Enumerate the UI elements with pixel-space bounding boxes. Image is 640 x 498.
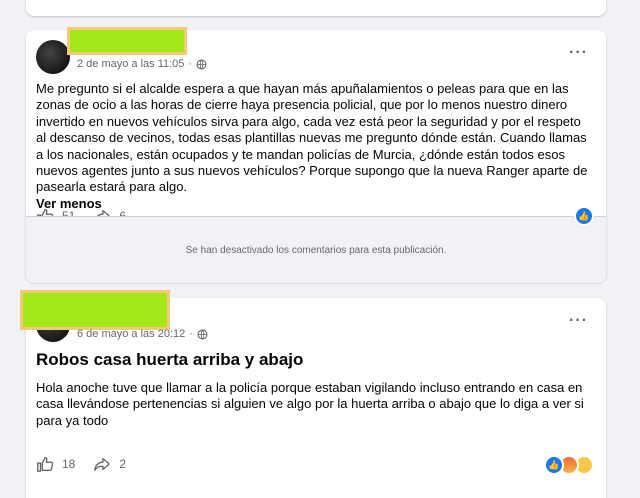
like-reaction-icon: 👍 [574,206,594,226]
post-actions: 18 2 [36,455,144,473]
post-title: Robos casa huerta arriba y abajo [36,350,304,369]
post-timestamp[interactable]: 6 de mayo a las 20:12 [77,328,185,340]
avatar[interactable] [36,40,70,74]
more-options-icon[interactable]: ··· [569,312,588,330]
share-icon [94,457,111,471]
post-card-2: 6 de mayo a las 20:12 · ··· Robos casa h… [20,290,606,498]
reactions-summary[interactable]: 👍 [544,455,594,475]
comments-disabled-text: Se han desactivado los comentarios para … [185,244,447,256]
post-body: Me pregunto si el alcalde espera a que h… [36,81,594,212]
previous-post-card [26,0,606,16]
like-reaction-icon: 👍 [544,455,564,475]
reactions-summary[interactable]: 👍 [574,206,594,226]
redacted-author-name [67,27,187,55]
post-text: Me pregunto si el alcalde espera a que h… [36,81,588,195]
post-meta: 2 de mayo a las 11:05 · [77,58,207,70]
globe-icon [196,58,207,70]
share-button[interactable]: 2 [93,455,126,473]
post-body: Hola anoche tuve que llamar a la policía… [36,380,594,429]
redacted-author-name [20,290,170,330]
post-meta: 6 de mayo a las 20:12 · [77,328,208,340]
post-card-1: 2 de mayo a las 11:05 · ··· Me pregunto … [26,27,606,283]
globe-icon [197,328,208,340]
share-count: 2 [119,457,127,471]
like-button[interactable]: 18 [36,455,75,473]
post-timestamp[interactable]: 2 de mayo a las 11:05 [77,58,184,70]
like-icon [37,457,54,472]
post-text: Hola anoche tuve que llamar a la policía… [36,380,584,428]
more-options-icon[interactable]: ··· [569,44,588,62]
like-count: 18 [62,457,76,471]
comments-disabled-notice: Se han desactivado los comentarios para … [26,216,606,283]
